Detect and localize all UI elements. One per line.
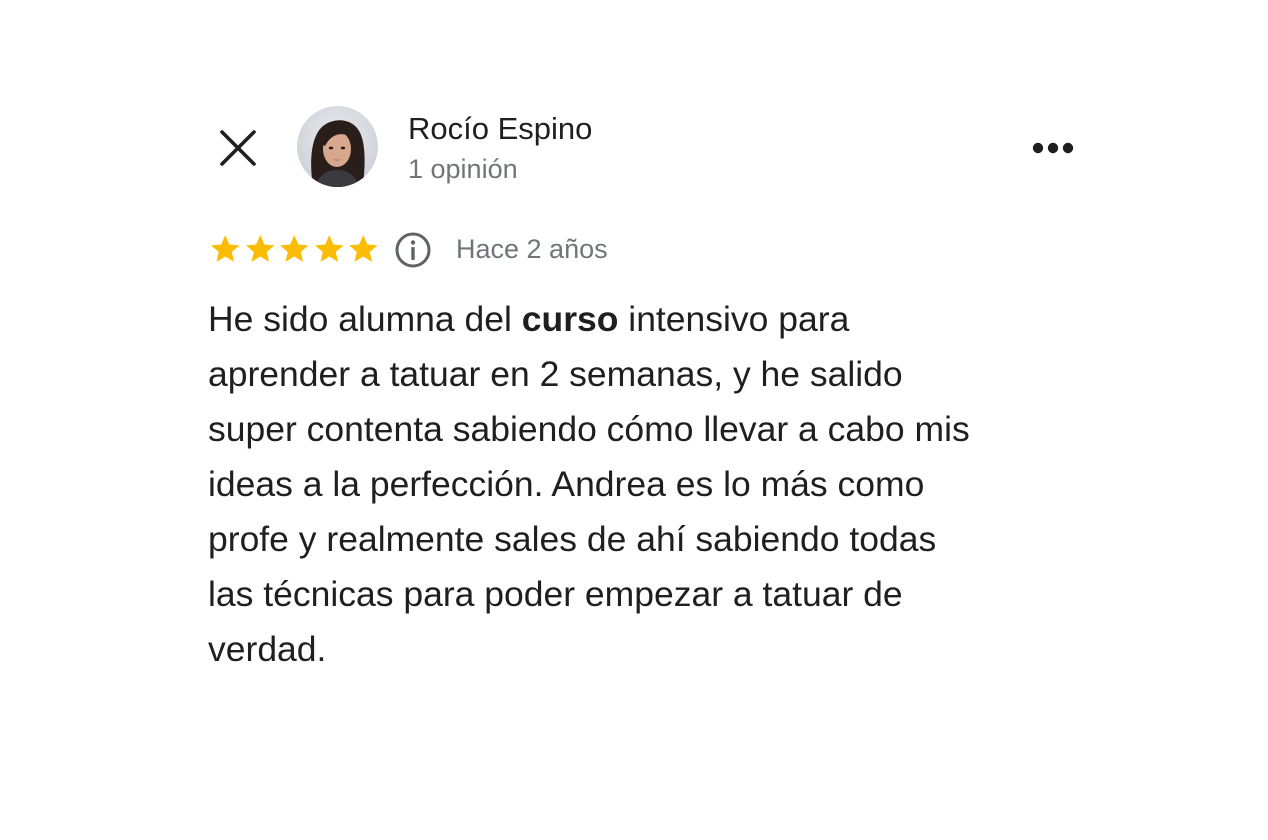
star-icon bbox=[280, 235, 309, 262]
review-text-line: profe y realmente sales de ahí sabiendo … bbox=[208, 519, 937, 559]
review-time: Hace 2 años bbox=[456, 234, 608, 264]
close-button[interactable] bbox=[214, 124, 262, 172]
review-text-line: aprender a tatuar en 2 semanas, y he sal… bbox=[208, 354, 903, 394]
star-icon bbox=[314, 235, 343, 262]
review-text: He sido alumna del curso intensivo para a… bbox=[208, 292, 1108, 677]
more-options-button[interactable] bbox=[1024, 128, 1084, 168]
review-text-line: las técnicas para poder empezar a tatuar… bbox=[208, 574, 903, 614]
close-icon bbox=[220, 130, 256, 166]
info-button[interactable] bbox=[394, 231, 432, 269]
review-text-segment: He sido alumna del bbox=[208, 299, 522, 339]
review-text-line: He sido alumna del curso intensivo para bbox=[208, 292, 1108, 347]
reviewer-review-count: 1 opinión bbox=[408, 154, 518, 184]
review-text-highlight: curso bbox=[521, 299, 619, 339]
star-icon bbox=[245, 235, 274, 262]
star-rating bbox=[208, 232, 381, 266]
star-icon bbox=[211, 235, 240, 262]
reviewer-avatar[interactable] bbox=[297, 106, 378, 187]
review-text-line: ideas a la perfección. Andrea es lo más … bbox=[208, 464, 925, 504]
more-horiz-icon bbox=[1032, 142, 1074, 154]
reviewer-photo bbox=[297, 106, 378, 187]
info-icon bbox=[395, 232, 431, 268]
review-text-line: verdad. bbox=[208, 629, 327, 669]
review-text-segment: intensivo para bbox=[618, 299, 850, 339]
star-icon bbox=[349, 235, 378, 262]
reviewer-name[interactable]: Rocío Espino bbox=[408, 110, 592, 148]
review-text-line: super contenta sabiendo cómo llevar a ca… bbox=[208, 409, 970, 449]
